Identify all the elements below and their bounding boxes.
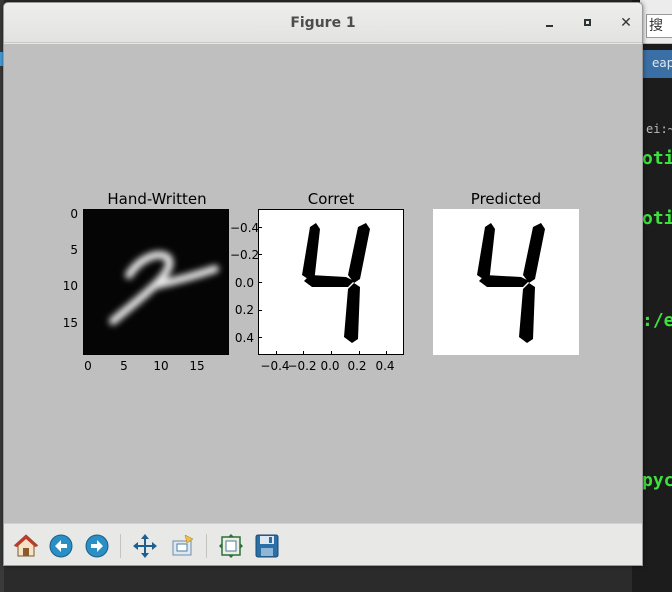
y-tick-label: 0.2: [234, 303, 254, 317]
x-tick-label: 5: [120, 359, 128, 373]
home-button[interactable]: [13, 533, 39, 559]
correct-digit-svg: [258, 209, 404, 355]
toolbar-separator: [206, 534, 207, 558]
back-button[interactable]: [48, 533, 74, 559]
minimize-button[interactable]: [540, 13, 560, 33]
x-tick-label: 15: [189, 359, 205, 373]
background-terminal-line: oti: [642, 208, 672, 229]
close-icon: ✕: [620, 15, 632, 31]
panel-title-predicted: Predicted: [470, 190, 542, 208]
correct-digit-image: [258, 209, 404, 355]
figure-window: Figure 1 ✕ Hand-Written 0 5 10 15 0 5 10…: [3, 2, 643, 566]
y-tick-label: 15: [62, 316, 78, 330]
zoom-icon: [172, 534, 194, 556]
y-tick-label: 5: [70, 243, 78, 257]
x-tick-label: −0.4: [260, 359, 290, 373]
pan-button[interactable]: [132, 533, 158, 559]
home-icon: [13, 534, 39, 557]
hand-written-digit-image: [82, 208, 230, 356]
panel-title-corret: Corret: [307, 190, 355, 208]
y-tick-label: 0.0: [234, 276, 254, 290]
save-icon: [255, 534, 279, 558]
maximize-button[interactable]: [578, 13, 598, 33]
background-terminal-path: ei:~: [646, 122, 672, 136]
hand-written-digit-svg: [82, 208, 230, 356]
window-titlebar[interactable]: Figure 1 ✕: [4, 3, 642, 43]
x-tick-label: 0.4: [375, 359, 395, 373]
y-tick-label: −0.4: [230, 221, 260, 235]
forward-icon: [85, 534, 109, 558]
y-tick-label: −0.2: [230, 248, 260, 262]
maximize-icon: [584, 19, 591, 26]
background-search-field[interactable]: 搜: [646, 14, 672, 38]
x-tick-label: 0: [84, 359, 92, 373]
close-button[interactable]: ✕: [616, 13, 636, 33]
forward-button[interactable]: [84, 533, 110, 559]
zoom-button[interactable]: [169, 533, 195, 559]
back-icon: [49, 534, 73, 558]
background-terminal-line: :/e: [642, 310, 672, 331]
subplots-button[interactable]: [218, 533, 244, 559]
predicted-digit-image: [433, 209, 579, 355]
panel-title-hand-written: Hand-Written: [107, 190, 207, 208]
x-tick-label: 0.0: [320, 359, 340, 373]
x-tick-label: 0.2: [347, 359, 367, 373]
y-tick-label: 0: [70, 207, 78, 221]
background-terminal-tab[interactable]: eapt: [640, 50, 672, 78]
toolbar-separator: [120, 534, 121, 558]
background-terminal-line: pyc: [642, 470, 672, 491]
save-button[interactable]: [254, 533, 280, 559]
predicted-digit-svg: [433, 209, 579, 355]
background-terminal-line: oti: [642, 148, 672, 169]
y-tick-label: 0.4: [234, 331, 254, 345]
pan-icon: [133, 534, 157, 558]
navigation-toolbar: [4, 523, 642, 565]
x-tick-label: −0.2: [287, 359, 317, 373]
figure-canvas[interactable]: Hand-Written 0 5 10 15 0 5 10 15 Corret: [4, 44, 642, 523]
subplots-icon: [219, 534, 243, 558]
x-tick-label: 10: [153, 359, 169, 373]
minimize-icon: [546, 25, 553, 27]
y-tick-label: 10: [62, 279, 78, 293]
